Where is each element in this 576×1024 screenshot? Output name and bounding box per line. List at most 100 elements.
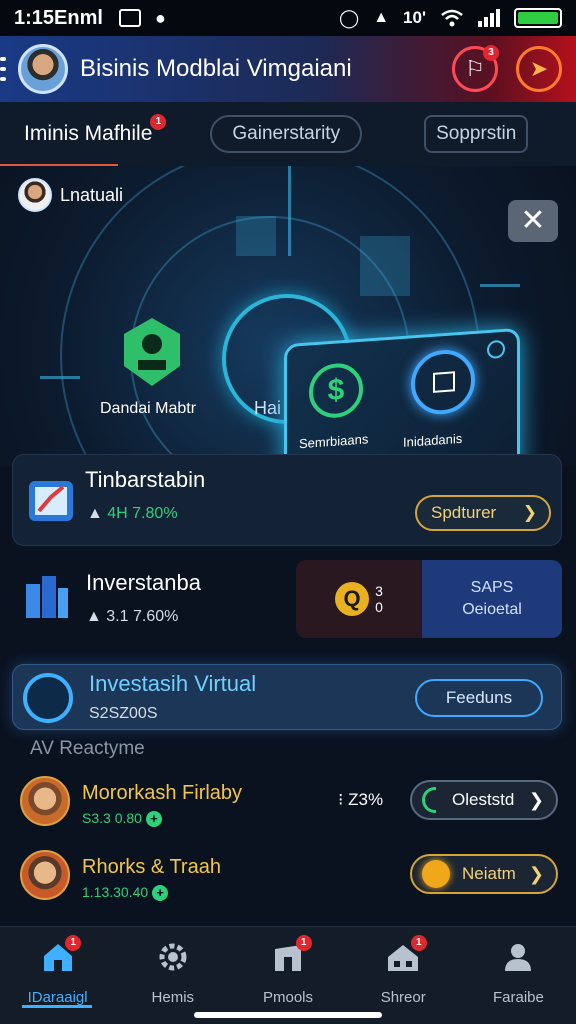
card-subtitle: ▲ 3.1 7.60% bbox=[86, 608, 179, 625]
virtual-investment-card[interactable]: Investasih Virtual S2SZ00S Feeduns bbox=[12, 664, 562, 730]
investment-card[interactable]: Tinbarstabin ▲ 4H 7.80% Spdturer ❯ bbox=[12, 454, 562, 546]
nav-item-dashboard[interactable]: 1 IDaraaigl bbox=[0, 927, 115, 1024]
notification-badge: 3 bbox=[483, 45, 499, 61]
module-label-secondary: Hai bbox=[254, 398, 282, 418]
chevron-right-icon: ❯ bbox=[528, 863, 544, 884]
list-item-subtitle: 1.13.30.40 + bbox=[82, 884, 169, 901]
progress-arc-icon bbox=[422, 787, 436, 813]
list-item-subtitle: S3.3 0.80 + bbox=[82, 810, 162, 827]
cat-icon: ● bbox=[154, 7, 166, 28]
hero-tick bbox=[236, 216, 276, 256]
feeds-button[interactable]: Feeduns bbox=[415, 679, 543, 717]
list-item-value: 1.13.30.40 bbox=[82, 884, 149, 900]
list-item-percent: ⁝ Z3% bbox=[338, 790, 384, 809]
battery-icon bbox=[514, 8, 562, 28]
document-icon bbox=[29, 481, 73, 521]
tab-support[interactable]: Sopprstin bbox=[424, 115, 529, 153]
panel-label: Oeioetal bbox=[462, 601, 522, 618]
user-name: Lnatuali bbox=[60, 184, 124, 205]
coin-icon bbox=[422, 860, 450, 888]
button-label: Oleststd bbox=[452, 790, 515, 809]
card-value: 4H 7.80% bbox=[107, 505, 178, 522]
gear-icon bbox=[159, 943, 187, 971]
tab-bar: Iminis Mafhile 1 Gainerstarity Sopprstin bbox=[0, 102, 576, 168]
gallery-icon bbox=[118, 9, 141, 27]
bottom-nav: 1 IDaraaigl Hemis 1 Pmools 1 Shreor Fara… bbox=[0, 926, 576, 1024]
nav-label: Hemis bbox=[151, 989, 195, 1006]
alarm-icon: ◯ bbox=[339, 7, 360, 28]
card-value: 3.1 7.60% bbox=[106, 608, 179, 625]
card-title: Tinbarstabin bbox=[85, 467, 206, 492]
page-title: Bisinis Modblai Vimgaiani bbox=[80, 55, 352, 82]
home-indicator[interactable] bbox=[194, 1012, 382, 1018]
user-icon bbox=[505, 944, 532, 971]
card-subtitle: ▲ 4H 7.80% bbox=[87, 505, 178, 522]
bell-icon: ⚐ bbox=[465, 56, 485, 81]
device-panel[interactable]: $ Semrbiaans Inidadanis 59009 bbox=[284, 327, 520, 466]
nav-label: Faraibe bbox=[492, 989, 544, 1006]
investment-card[interactable]: Inverstanba ▲ 3.1 7.60% Q 3 0 SAPS Oeioe… bbox=[12, 560, 562, 640]
list-item-button[interactable]: Oleststd ❯ bbox=[410, 780, 558, 820]
button-label: Neiatm bbox=[462, 864, 516, 883]
details-panel[interactable]: SAPS Oeioetal bbox=[422, 560, 562, 638]
nav-item-pools[interactable]: 1 Pmools bbox=[230, 927, 345, 1024]
panel-digits: 3 0 bbox=[375, 583, 383, 615]
signal-icon bbox=[478, 9, 500, 27]
tab-generator[interactable]: Gainerstarity bbox=[210, 115, 363, 153]
chevron-right-icon: ❯ bbox=[522, 503, 537, 522]
card-action-panel[interactable]: Q 3 0 SAPS Oeioetal bbox=[296, 560, 562, 638]
avatar bbox=[20, 850, 70, 900]
rocket-button[interactable]: ➤ bbox=[516, 46, 562, 92]
nav-badge: 1 bbox=[65, 935, 82, 951]
hero-tick bbox=[360, 236, 410, 296]
plus-icon: + bbox=[152, 885, 169, 901]
notification-button[interactable]: ⚐ 3 bbox=[452, 45, 499, 92]
list-item[interactable]: Mororkash Firlaby S3.3 0.80 + ⁝ Z3% Olest… bbox=[20, 772, 560, 832]
status-time: 1:15Enml bbox=[14, 6, 103, 29]
tab-label: Iminis Mafhile bbox=[24, 122, 153, 145]
network-label: 10' bbox=[403, 8, 426, 27]
nav-item-home[interactable]: Hemis bbox=[115, 927, 230, 1024]
nav-badge: 1 bbox=[410, 935, 427, 951]
panel-label: SAPS bbox=[470, 579, 514, 596]
hero-tick bbox=[480, 284, 520, 287]
device-label: Semrbiaans bbox=[299, 431, 369, 452]
plus-icon: + bbox=[145, 811, 162, 827]
close-button[interactable]: ✕ bbox=[508, 200, 558, 242]
shield-icon: ▲ bbox=[373, 9, 390, 26]
list-item-title: Rhorks & Traah bbox=[82, 856, 221, 878]
module-label: Dandai Mabtr bbox=[100, 400, 197, 417]
coin-icon: Q bbox=[335, 582, 370, 616]
building-icon bbox=[26, 576, 68, 618]
nav-label: IDaraaigl bbox=[27, 989, 88, 1006]
section-heading: AV Reactyme bbox=[30, 738, 145, 759]
app-header: Bisinis Modblai Vimgaiani ⚐ 3 ➤ bbox=[0, 36, 576, 102]
chevron-right-icon: ❯ bbox=[528, 789, 544, 810]
card-title: Inverstanba bbox=[86, 570, 201, 595]
nav-item-shop[interactable]: 1 Shreor bbox=[346, 927, 461, 1024]
list-item-button[interactable]: Neiatm ❯ bbox=[410, 854, 558, 894]
wifi-icon bbox=[441, 9, 463, 27]
nav-item-profile[interactable]: Faraibe bbox=[461, 927, 576, 1024]
avatar[interactable] bbox=[18, 44, 68, 94]
list-item[interactable]: Rhorks & Traah 1.13.30.40 + Neiatm ❯ bbox=[20, 846, 560, 906]
tab-badge: 1 bbox=[150, 114, 167, 130]
card-subtitle: S2SZ00S bbox=[89, 705, 158, 722]
dollar-icon: $ bbox=[309, 361, 363, 420]
menu-icon[interactable] bbox=[0, 57, 8, 81]
coin-panel[interactable]: Q 3 0 bbox=[296, 560, 422, 638]
rocket-icon: ➤ bbox=[529, 56, 549, 81]
list-item-value: S3.3 0.80 bbox=[82, 810, 142, 826]
card-title: Investasih Virtual bbox=[89, 671, 257, 696]
gear-icon bbox=[487, 339, 505, 360]
hero-user[interactable]: Lnatuali bbox=[18, 178, 123, 212]
module-icon bbox=[124, 318, 180, 386]
hero-panel: Lnatuali ✕ Dandai Mabtr Hai $ Semrbiaans… bbox=[0, 166, 576, 466]
spotter-button[interactable]: Spdturer ❯ bbox=[415, 495, 551, 531]
avatar bbox=[20, 776, 70, 826]
avatar bbox=[18, 178, 52, 212]
tab-mobile[interactable]: Iminis Mafhile 1 bbox=[0, 114, 167, 168]
film-icon bbox=[23, 673, 73, 723]
nav-label: Pmools bbox=[262, 989, 314, 1006]
nav-label: Shreor bbox=[380, 989, 426, 1006]
